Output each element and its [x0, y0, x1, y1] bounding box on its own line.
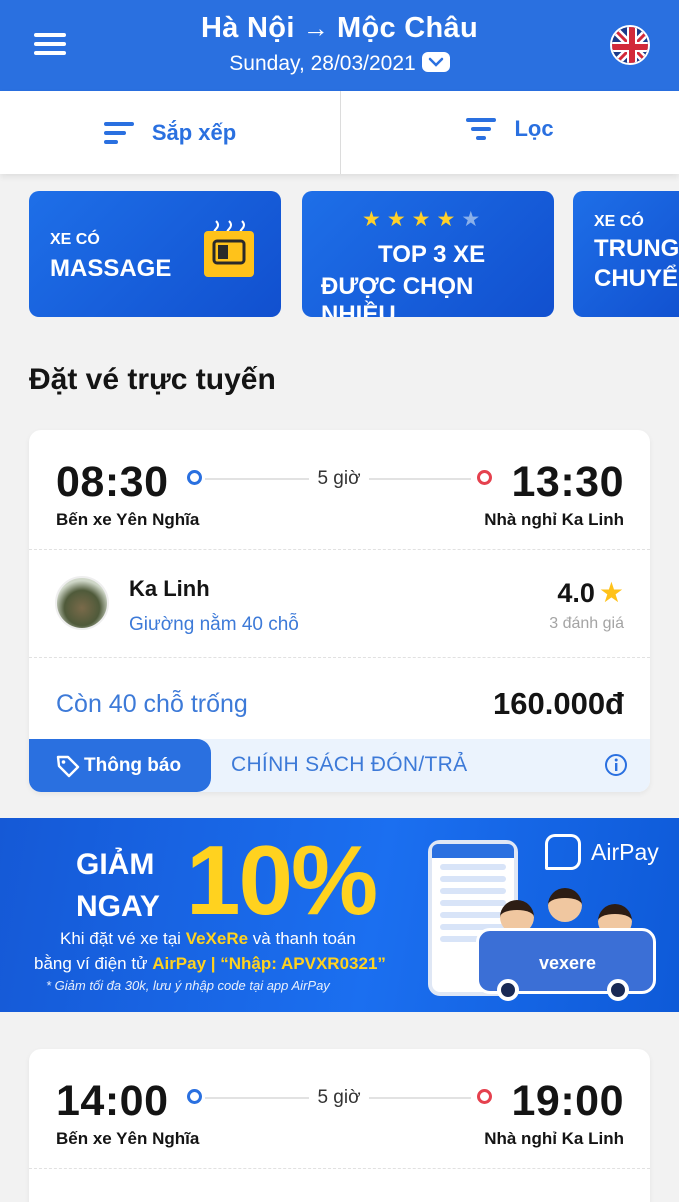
rating-value: 4.0 ★ — [557, 576, 624, 609]
sort-filter-bar: Sắp xếp Lọc — [0, 91, 679, 174]
departure-station: Bến xe Yên Nghĩa — [56, 1129, 200, 1148]
promo-big-label-2: CHUYỂN — [594, 265, 679, 292]
sort-button[interactable]: Sắp xếp — [0, 91, 340, 174]
banner-line1-c: và thanh toán — [248, 929, 356, 948]
sort-icon — [103, 121, 134, 144]
arrival-time: 19:00 — [511, 1077, 624, 1125]
notice-button[interactable]: Thông báo — [29, 739, 211, 792]
banner-line2-a: bằng ví điện tử — [34, 954, 153, 973]
route-title: Hà Nội → Mộc Châu — [0, 12, 679, 45]
departure-station: Bến xe Yên Nghĩa — [56, 510, 200, 529]
filter-label: Lọc — [514, 115, 554, 141]
van-illustration: vexere — [476, 928, 656, 1001]
promo-small-label: XE CÓ — [594, 213, 644, 230]
promo-transfer-card[interactable]: XE CÓ TRUNG CHUYỂN — [573, 191, 679, 317]
bus-type: Giường nằm 40 chỗ — [129, 614, 299, 635]
app-header: Hà Nội → Mộc Châu Sunday, 28/03/2021 — [0, 0, 679, 91]
trip-card[interactable]: 08:30 5 giờ 13:30 Bến xe Yên Nghĩa Nhà n… — [29, 430, 650, 792]
notice-label: Thông báo — [84, 754, 182, 776]
trip-duration: 5 giờ — [309, 468, 369, 490]
arrival-station: Nhà nghỉ Ka Linh — [484, 510, 624, 529]
review-count: 3 đánh giá — [549, 615, 624, 632]
sort-label: Sắp xếp — [151, 119, 237, 145]
section-title: Đặt vé trực tuyến — [29, 363, 276, 396]
banner-headline: GIẢM NGAY — [76, 844, 160, 928]
banner-line1-a: Khi đặt vé xe tại — [60, 929, 186, 948]
uk-flag-icon[interactable] — [610, 25, 650, 65]
filter-button[interactable]: Lọc — [341, 87, 679, 170]
seats-available: Còn 40 chỗ trống — [56, 690, 248, 718]
airpay-logo: AirPay — [545, 834, 659, 870]
promo-line1: TOP 3 XE — [378, 241, 486, 268]
banner-giam: GIẢM — [76, 848, 155, 881]
departure-time: 14:00 — [56, 1077, 169, 1125]
chevron-down-icon[interactable] — [421, 52, 450, 73]
promo-small-label: XE CÓ — [50, 231, 100, 248]
banner-line2-b: AirPay | “Nhập: APVXR0321” — [152, 954, 386, 973]
star-icon: ★ — [598, 577, 624, 608]
trip-duration: 5 giờ — [309, 1087, 369, 1109]
rating-stars-icon: ★★★★★ — [362, 208, 487, 231]
info-icon[interactable] — [604, 753, 628, 777]
airpay-promo-banner[interactable]: GIẢM NGAY 10% Khi đặt vé xe tại VeXeRe và… — [0, 818, 679, 1012]
person-illustration — [548, 888, 582, 922]
pickup-dropoff-policy-link[interactable]: CHÍNH SÁCH ĐÓN/TRẢ — [231, 753, 467, 777]
card-divider — [29, 549, 650, 550]
travel-date: Sunday, 28/03/2021 — [229, 52, 416, 75]
operator-avatar — [55, 576, 109, 630]
ticket-price: 160.000đ — [493, 686, 624, 721]
operator-name: Ka Linh — [129, 576, 210, 601]
departure-dot-icon — [187, 1089, 202, 1104]
banner-line1: Khi đặt vé xe tại VeXeRe và thanh toán — [60, 929, 356, 949]
arrival-station: Nhà nghỉ Ka Linh — [484, 1129, 624, 1148]
card-divider — [29, 657, 650, 658]
van-brand: vexere — [539, 953, 597, 973]
destination-city: Mộc Châu — [337, 12, 478, 44]
promo-big-label-1: TRUNG — [594, 235, 679, 262]
tag-icon — [56, 755, 80, 777]
banner-ngay: NGAY — [76, 890, 160, 923]
date-selector[interactable]: Sunday, 28/03/2021 — [0, 52, 679, 76]
arrival-time: 13:30 — [511, 458, 624, 506]
banner-line1-b: VeXeRe — [185, 929, 249, 948]
promo-top3-card[interactable]: ★★★★★ TOP 3 XE ĐƯỢC CHỌN NHIỀU — [302, 191, 554, 317]
trip-card[interactable]: 14:00 5 giờ 19:00 Bến xe Yên Nghĩa Nhà n… — [29, 1049, 650, 1202]
card-divider — [29, 1168, 650, 1169]
route-arrow-icon: → — [302, 13, 329, 43]
banner-line2: bằng ví điện tử AirPay | “Nhập: APVXR032… — [34, 954, 386, 974]
departure-dot-icon — [187, 470, 202, 485]
rating-number: 4.0 — [557, 578, 595, 608]
promo-line2: ĐƯỢC CHỌN NHIỀU — [321, 273, 474, 317]
arrival-dot-icon — [477, 1089, 492, 1104]
arrival-dot-icon — [477, 470, 492, 485]
massage-seat-icon — [202, 219, 256, 279]
promo-massage-card[interactable]: XE CÓ MASSAGE — [29, 191, 281, 317]
airpay-label: AirPay — [591, 838, 659, 865]
origin-city: Hà Nội — [201, 12, 295, 44]
filter-icon — [466, 117, 497, 140]
banner-footnote: * Giảm tối đa 30k, lưu ý nhập code tại a… — [46, 978, 330, 993]
airpay-logo-icon — [545, 834, 581, 870]
banner-percent: 10% — [186, 825, 378, 935]
promo-big-label: MASSAGE — [50, 255, 172, 282]
departure-time: 08:30 — [56, 458, 169, 506]
notice-bar[interactable]: Thông báo CHÍNH SÁCH ĐÓN/TRẢ — [29, 739, 650, 792]
